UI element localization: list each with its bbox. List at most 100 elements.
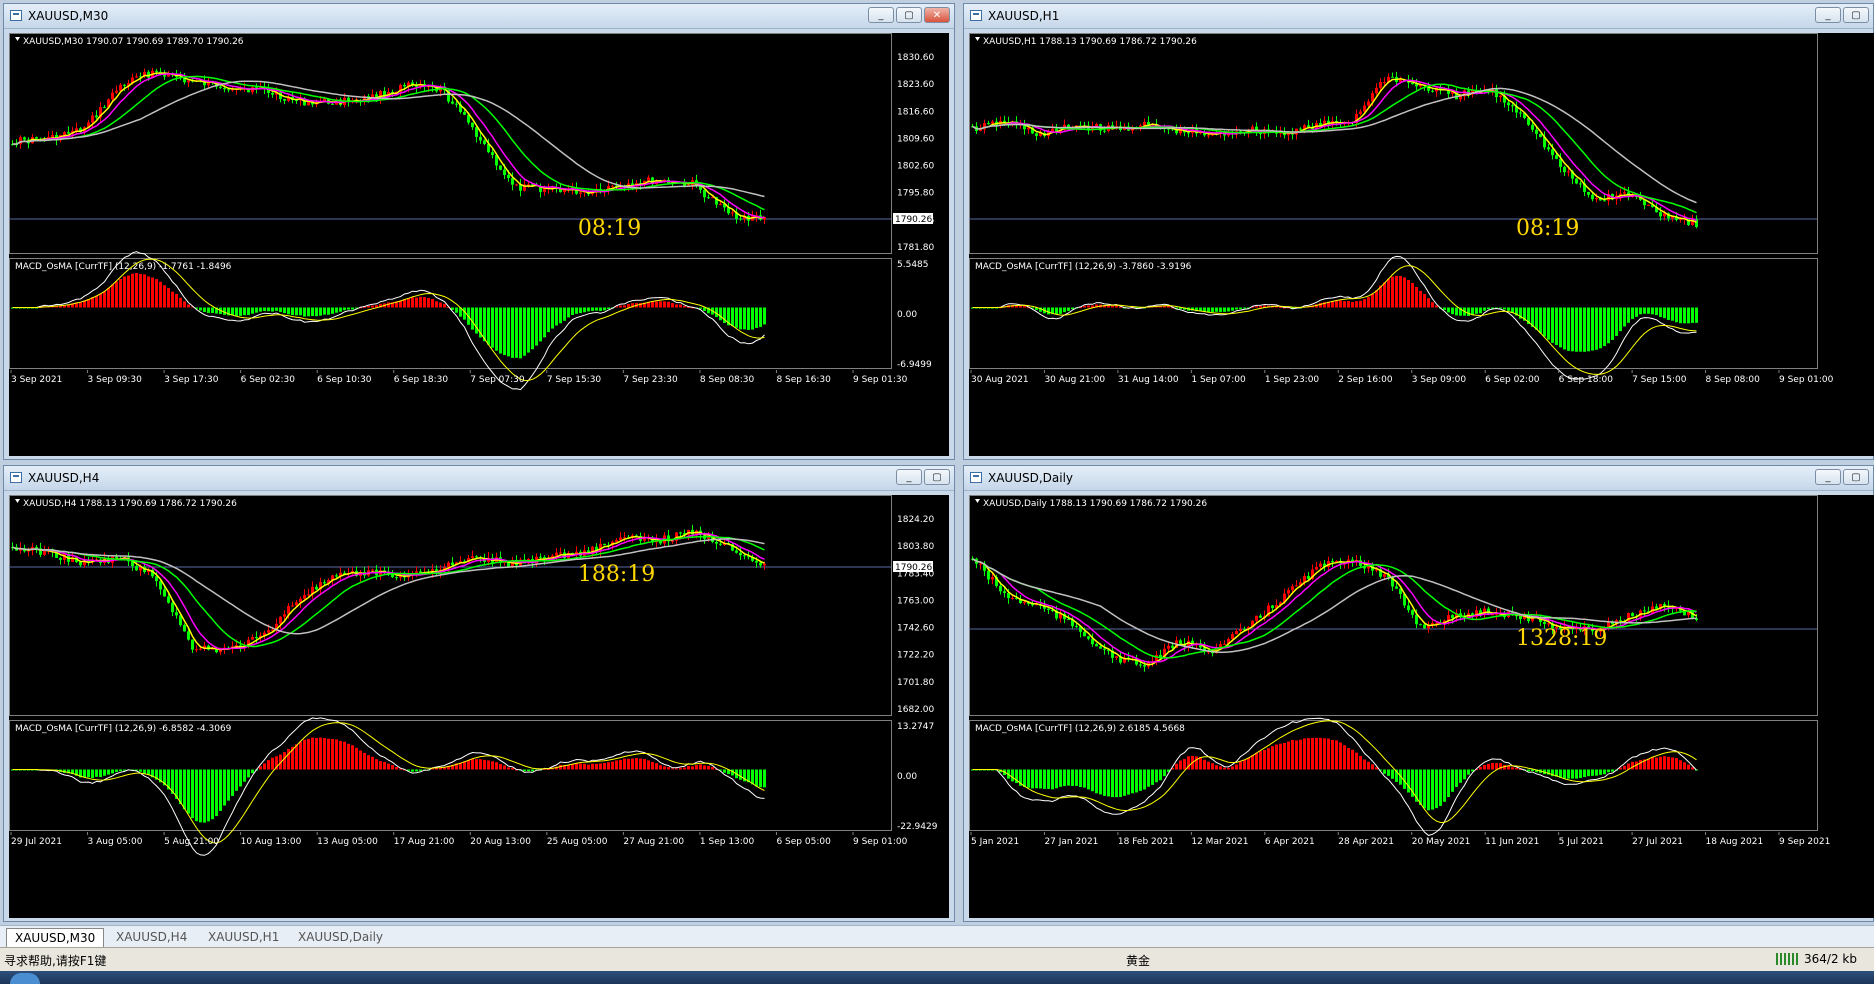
price-label: 1824.20 — [897, 515, 934, 525]
macd-histogram-bar — [479, 759, 482, 770]
candle-body — [1595, 198, 1598, 200]
connection-icon — [1776, 953, 1798, 965]
restore-button[interactable]: ▢ — [896, 7, 922, 23]
window-titlebar[interactable]: XAUUSD,H1 _ ▢ — [964, 4, 1873, 29]
price-chart[interactable]: XAUUSD,H4 1788.13 1790.69 1786.72 1790.2… — [9, 495, 949, 918]
macd-histogram-bar — [1575, 769, 1578, 779]
macd-histogram-bar — [1219, 766, 1222, 770]
candle-body — [1419, 624, 1422, 626]
tab-xauusd-h1[interactable]: XAUUSD,H1 — [200, 928, 287, 946]
chart-window-h4: XAUUSD,H4 _ ▢ XAUUSD,H4 1788.13 1790.69 … — [3, 465, 955, 922]
date-axis-label: 9 Sep 2021 — [1779, 837, 1830, 847]
macd-histogram-bar — [1419, 290, 1422, 308]
macd-histogram-bar — [255, 307, 258, 313]
macd-histogram-bar — [1595, 769, 1598, 776]
chart-canvas: XAUUSD,H1 1788.13 1790.69 1786.72 1790.2… — [969, 33, 1834, 385]
restore-button[interactable]: ▢ — [1843, 7, 1869, 23]
date-axis-label: 1 Sep 13:00 — [700, 837, 755, 847]
macd-histogram-bar — [1587, 769, 1590, 777]
macd-histogram-bar — [167, 288, 170, 308]
macd-histogram-bar — [1079, 769, 1082, 788]
minimize-button[interactable]: _ — [1815, 7, 1841, 23]
window-titlebar[interactable]: XAUUSD,Daily _ ▢ — [964, 466, 1873, 491]
price-chart[interactable]: XAUUSD,Daily 1788.13 1790.69 1786.72 179… — [969, 495, 1874, 918]
candle-body — [1223, 643, 1226, 645]
macd-histogram-bar — [1175, 763, 1178, 770]
candle-body — [1499, 95, 1502, 98]
macd-histogram-bar — [1239, 307, 1242, 310]
macd-histogram-bar — [1651, 307, 1654, 315]
macd-histogram-bar — [1335, 301, 1338, 308]
macd-histogram-bar — [235, 769, 238, 791]
restore-button[interactable]: ▢ — [924, 469, 950, 485]
macd-histogram-bar — [575, 763, 578, 770]
macd-histogram-bar — [699, 764, 702, 770]
candle-body — [1299, 128, 1302, 130]
candle-body — [603, 543, 606, 546]
candle-body — [555, 552, 558, 556]
macd-histogram-bar — [203, 307, 206, 313]
macd-histogram-bar — [1227, 767, 1230, 770]
macd-histogram-bar — [1455, 769, 1458, 787]
macd-histogram-bar — [1495, 763, 1498, 770]
close-button[interactable]: ✕ — [924, 7, 950, 23]
minimize-button[interactable]: _ — [1815, 469, 1841, 485]
tab-xauusd-daily[interactable]: XAUUSD,Daily — [290, 928, 391, 946]
macd-histogram-bar — [1363, 759, 1366, 770]
macd-histogram-bar — [143, 274, 146, 308]
macd-histogram-bar — [347, 743, 350, 770]
window-titlebar[interactable]: XAUUSD,M30 _ ▢ ✕ — [4, 4, 954, 29]
macd-histogram-bar — [1183, 759, 1186, 770]
macd-histogram-bar — [419, 769, 422, 771]
macd-histogram-bar — [1639, 307, 1642, 315]
start-button-icon[interactable] — [10, 973, 40, 984]
macd-histogram-bar — [1347, 748, 1350, 770]
macd-histogram-bar — [1143, 769, 1146, 790]
macd-histogram-bar — [1571, 769, 1574, 779]
macd-histogram-bar — [1259, 751, 1262, 770]
macd-histogram-bar — [1691, 307, 1694, 323]
price-chart[interactable]: XAUUSD,M30 1790.07 1790.69 1789.70 1790.… — [9, 33, 949, 456]
candle-body — [1623, 192, 1626, 194]
price-chart[interactable]: XAUUSD,H1 1788.13 1790.69 1786.72 1790.2… — [969, 33, 1874, 456]
candle-body — [227, 89, 230, 91]
moving-average-line — [972, 87, 1697, 204]
macd-histogram-bar — [1047, 307, 1050, 315]
restore-button[interactable]: ▢ — [1843, 469, 1869, 485]
minimize-button[interactable]: _ — [868, 7, 894, 23]
tab-xauusd-m30[interactable]: XAUUSD,M30 — [6, 928, 105, 947]
candle-body — [1143, 122, 1146, 126]
macd-histogram-bar — [1663, 307, 1666, 319]
candle-body — [979, 563, 982, 565]
macd-histogram-bar — [499, 307, 502, 354]
macd-histogram-bar — [699, 307, 702, 309]
tab-xauusd-h4[interactable]: XAUUSD,H4 — [108, 928, 195, 946]
macd-histogram-bar — [1467, 769, 1470, 775]
macd-histogram-bar — [371, 305, 374, 308]
macd-histogram-bar — [179, 769, 182, 805]
minimize-button[interactable]: _ — [896, 469, 922, 485]
macd-histogram-bar — [1511, 767, 1514, 770]
candle-body — [987, 570, 990, 580]
date-axis-label: 3 Sep 2021 — [11, 375, 62, 385]
macd-histogram-bar — [223, 769, 226, 806]
chart-window-icon — [970, 472, 982, 483]
macd-histogram-bar — [1667, 756, 1670, 770]
date-axis-label: 18 Aug 2021 — [1706, 837, 1764, 847]
window-titlebar[interactable]: XAUUSD,H4 _ ▢ — [4, 466, 954, 491]
macd-histogram-bar — [391, 765, 394, 770]
macd-histogram-bar — [1419, 769, 1422, 805]
macd-histogram-bar — [1635, 307, 1638, 317]
status-help-text: 寻求帮助,请按F1键 — [4, 954, 107, 968]
macd-histogram-bar — [643, 759, 646, 770]
macd-histogram-bar — [1023, 306, 1026, 308]
candle-body — [1451, 615, 1454, 619]
date-axis-label: 31 Aug 14:00 — [1118, 375, 1179, 385]
macd-histogram-bar — [1367, 761, 1370, 770]
macd-histogram-bar — [591, 307, 594, 311]
price-label: 1763.00 — [897, 596, 934, 606]
macd-histogram-bar — [79, 302, 82, 308]
macd-histogram-bar — [307, 307, 310, 317]
macd-histogram-bar — [1483, 764, 1486, 770]
macd-histogram-bar — [1651, 757, 1654, 770]
